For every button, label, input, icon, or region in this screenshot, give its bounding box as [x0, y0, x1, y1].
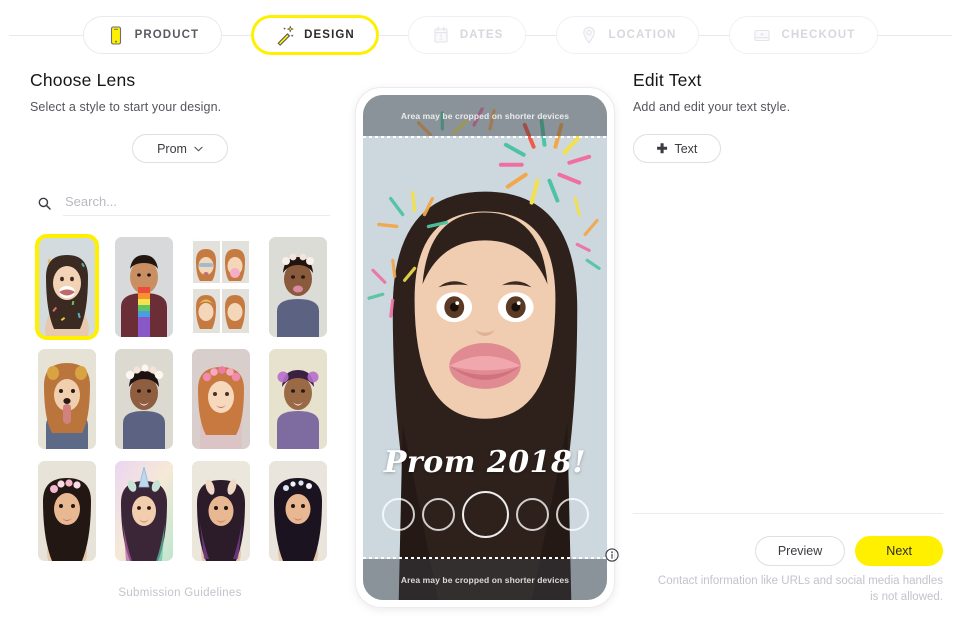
step-checkout[interactable]: CHECKOUT [729, 16, 879, 54]
step-design[interactable]: DESIGN [252, 16, 378, 54]
submission-guidelines-link[interactable]: Submission Guidelines [30, 587, 330, 599]
lens-thumbnail-6[interactable] [115, 349, 173, 449]
category-dropdown-value: Prom [157, 141, 187, 156]
edit-text-title: Edit Text [633, 70, 702, 90]
lens-thumbnail-12[interactable] [269, 461, 327, 561]
plus-icon: ✚ [656, 141, 668, 156]
add-text-wrap: ✚ Text [633, 134, 943, 163]
footer-divider [633, 513, 943, 514]
step-dates-label: DATES [459, 29, 504, 41]
crop-warning-bottom-text: Area may be cropped on shorter devices [400, 574, 570, 585]
crop-warning-top-text: Area may be cropped on shorter devices [400, 110, 570, 121]
svg-text:1: 1 [439, 34, 443, 41]
carousel-ring-5[interactable] [555, 498, 589, 531]
step-location-label: LOCATION [608, 29, 677, 41]
info-icon[interactable] [605, 548, 619, 562]
category-dropdown-wrap: Prom [30, 134, 330, 163]
chevron-down-icon [194, 146, 203, 151]
phone-icon [110, 25, 121, 45]
phone-preview: Area may be cropped on shorter devices P… [355, 87, 615, 608]
choose-lens-panel: Choose Lens Select a style to start your… [30, 70, 330, 626]
nav-connector-line [699, 34, 730, 36]
category-dropdown[interactable]: Prom [132, 134, 228, 163]
add-text-button[interactable]: ✚ Text [633, 134, 721, 163]
lens-thumbnail-1[interactable] [35, 234, 99, 340]
nav-connector-line [526, 34, 557, 36]
step-product[interactable]: PRODUCT [82, 16, 223, 54]
choose-lens-title: Choose Lens [30, 70, 136, 90]
step-dates[interactable]: 1 DATES [407, 16, 527, 54]
lens-grid [30, 234, 330, 561]
card-icon [754, 29, 771, 41]
lens-thumbnail-3[interactable] [192, 237, 250, 337]
lens-thumbnail-11[interactable] [192, 461, 250, 561]
crop-warning-band-top: Area may be cropped on shorter devices [363, 95, 607, 136]
edit-text-panel: Edit Text Add and edit your text style. … [605, 70, 943, 626]
carousel-ring-3-selected[interactable] [461, 491, 509, 538]
lens-thumbnail-9[interactable] [38, 461, 96, 561]
lens-thumbnail-10[interactable] [115, 461, 173, 561]
lens-carousel [363, 491, 607, 538]
step-product-label: PRODUCT [134, 29, 200, 41]
preview-button[interactable]: Preview [754, 536, 846, 566]
crop-boundary-line-top [363, 136, 607, 138]
carousel-ring-2[interactable] [421, 498, 455, 531]
next-button[interactable]: Next [855, 536, 943, 566]
magic-wand-icon [277, 25, 294, 46]
nav-connector-line [878, 34, 953, 36]
lens-thumbnail-7[interactable] [192, 349, 250, 449]
add-text-label: Text [674, 141, 698, 156]
step-checkout-label: CHECKOUT [781, 29, 856, 41]
pin-icon [583, 26, 596, 44]
search-icon [38, 197, 51, 210]
edit-text-subtitle: Add and edit your text style. [633, 100, 791, 114]
choose-lens-subtitle: Select a style to start your design. [30, 100, 222, 114]
lens-thumbnail-4[interactable] [269, 237, 327, 337]
lens-thumbnail-2[interactable] [115, 237, 173, 337]
footer-actions: Preview Next [754, 536, 943, 566]
carousel-ring-1[interactable] [381, 498, 415, 531]
overlay-text[interactable]: Prom 2018! [363, 445, 607, 480]
nav-connector-line [377, 34, 408, 36]
step-design-label: DESIGN [304, 29, 355, 41]
crop-warning-band-bottom: Area may be cropped on shorter devices [363, 559, 607, 600]
lens-thumbnail-8[interactable] [269, 349, 327, 449]
phone-screen[interactable]: Area may be cropped on shorter devices P… [363, 95, 607, 600]
lens-thumbnail-5[interactable] [38, 349, 96, 449]
calendar-icon: 1 [434, 26, 448, 43]
carousel-ring-4[interactable] [515, 498, 549, 531]
search-input[interactable] [63, 194, 330, 216]
lens-search-row [30, 194, 330, 216]
nav-connector-line [222, 34, 253, 36]
step-navigation: PRODUCT DESIGN 1 DATES LOCATION CHECKOUT [0, 0, 961, 70]
nav-connector-line [8, 34, 83, 36]
contact-info-disclaimer: Contact information like URLs and social… [657, 575, 943, 603]
step-location[interactable]: LOCATION [556, 16, 700, 54]
